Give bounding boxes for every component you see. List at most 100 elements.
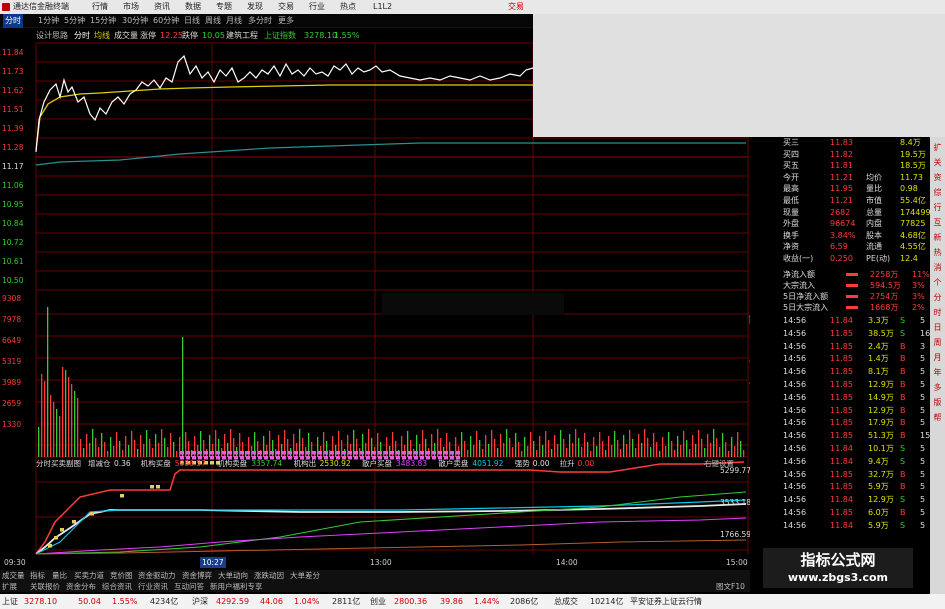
tick-side: B	[900, 392, 906, 402]
tab-indicator[interactable]: 指标	[30, 570, 45, 581]
volume-bar	[110, 437, 112, 457]
sidebar-button[interactable]: 热	[931, 246, 944, 259]
volume-bar	[380, 442, 382, 457]
trade-button[interactable]: 交易	[508, 0, 524, 14]
tab-30min[interactable]: 30分钟	[122, 14, 148, 28]
tick-volume: 32.7万	[868, 469, 894, 479]
volume-bar	[722, 433, 724, 457]
sidebar-button[interactable]: 综	[931, 186, 944, 199]
fund-flow-value: 594.5万	[870, 281, 901, 290]
tick-side: B	[900, 469, 906, 479]
tab-more[interactable]: 更多	[278, 14, 294, 28]
tab-related[interactable]: 关联报价	[30, 581, 60, 592]
tab-15min[interactable]: 15分钟	[90, 14, 116, 28]
tab-expand[interactable]: 扩展	[2, 581, 17, 592]
news-ticker[interactable]: 平安证券上证云行情	[630, 594, 702, 609]
sidebar-button[interactable]: 资	[931, 171, 944, 184]
quote-label: 换手	[783, 230, 799, 240]
sidebar-button[interactable]: 帮	[931, 411, 944, 424]
volume-bar	[572, 443, 574, 457]
indicator-item-label: 机构出	[293, 459, 317, 468]
sidebar-button[interactable]: 行	[931, 201, 944, 214]
tab-monthly[interactable]: 月线	[226, 14, 242, 28]
sidebar-button[interactable]: 月	[931, 351, 944, 364]
menu-market[interactable]: 市场	[123, 0, 139, 14]
cy-label[interactable]: 创业	[370, 594, 386, 609]
tab-qa[interactable]: 互动问答	[174, 581, 204, 592]
tab-volratio[interactable]: 量比	[52, 570, 67, 581]
volume-bar	[566, 448, 568, 457]
f10-button[interactable]: 图文F10	[716, 581, 745, 592]
yellow-block	[54, 536, 58, 540]
sidebar-button[interactable]: 版	[931, 396, 944, 409]
volume-bar	[125, 436, 127, 457]
tab-industry-news[interactable]: 行业资讯	[138, 581, 168, 592]
tab-60min[interactable]: 60分钟	[153, 14, 179, 28]
sidebar-button[interactable]: 消	[931, 261, 944, 274]
menu-industry[interactable]: 行业	[309, 0, 325, 14]
volume-bar	[719, 447, 721, 457]
hs-label[interactable]: 沪深	[192, 594, 208, 609]
volume-bar	[212, 444, 214, 457]
tab-daily[interactable]: 日线	[184, 14, 200, 28]
menu-quote[interactable]: 行情	[92, 0, 108, 14]
quote-row: 现量 2682 总量 174499	[750, 207, 931, 218]
indicator-settings[interactable]: 右键设置	[704, 458, 734, 469]
menu-discover[interactable]: 发现	[247, 0, 263, 14]
fund-flow-label: 5日净流入额	[783, 292, 829, 301]
sidebar-button[interactable]: 多	[931, 381, 944, 394]
volume-bar	[50, 395, 52, 457]
tab-fund-drive[interactable]: 资金驱动力	[138, 570, 176, 581]
tab-fund-game[interactable]: 资金博弈	[182, 570, 212, 581]
fund-flow-row: 5日净流入额 2754万 3%	[750, 291, 930, 302]
tab-bigorder[interactable]: 大单动向	[218, 570, 248, 581]
tab-volume[interactable]: 成交量	[2, 570, 25, 581]
sidebar-button[interactable]: 个	[931, 276, 944, 289]
tab-news[interactable]: 综合资讯	[102, 581, 132, 592]
menu-topic[interactable]: 专题	[216, 0, 232, 14]
sidebar-button[interactable]: 周	[931, 336, 944, 349]
volume-bar	[524, 437, 526, 457]
tick-time: 14:56	[783, 520, 807, 530]
tab-multi[interactable]: 多分时	[248, 14, 272, 28]
sh-label[interactable]: 上证	[2, 594, 18, 609]
menu-news[interactable]: 资讯	[154, 0, 170, 14]
indicator-name[interactable]: 分时买卖副图	[36, 458, 81, 469]
pink-block	[294, 451, 298, 455]
tab-auction[interactable]: 竞价图	[110, 570, 133, 581]
tab-weekly[interactable]: 周线	[205, 14, 221, 28]
price-level-label: 10.50	[2, 276, 24, 285]
tab-intraday[interactable]: 分时	[3, 14, 23, 28]
quote-value-2: 55.4亿	[900, 196, 926, 205]
sidebar-button[interactable]: 扩	[931, 141, 944, 154]
tick-time: 14:56	[783, 456, 807, 466]
tick-row: 14:56 11.85 6.0万 B 5	[750, 507, 930, 518]
tab-welfare[interactable]: 新用户福利专享	[210, 581, 263, 592]
tab-fund-dist[interactable]: 资金分布	[66, 581, 96, 592]
tab-5min[interactable]: 5分钟	[64, 14, 85, 28]
sidebar-button[interactable]: 年	[931, 366, 944, 379]
sidebar-button[interactable]: 互	[931, 216, 944, 229]
sidebar-button[interactable]: 日	[931, 321, 944, 334]
tab-force[interactable]: 买卖力道	[74, 570, 104, 581]
sidebar-button[interactable]: 分	[931, 291, 944, 304]
tab-cause[interactable]: 涨跌动因	[254, 570, 284, 581]
menu-trade[interactable]: 交易	[278, 0, 294, 14]
right-toolbar: 扩关资综行互新热消个分时日周月年多版帮	[930, 137, 945, 594]
sidebar-button[interactable]: 新	[931, 231, 944, 244]
sidebar-button[interactable]: 关	[931, 156, 944, 169]
tab-bigdiff[interactable]: 大单差分	[290, 570, 320, 581]
volume-bar	[650, 447, 652, 457]
volume-bar	[47, 307, 49, 457]
info-tabs: 扩展 关联报价 资金分布 综合资讯 行业资讯 互动问答 新用户福利专享 图文F1…	[0, 581, 750, 592]
volume-bar	[740, 441, 742, 457]
pink-block	[342, 451, 346, 455]
volume-bar	[167, 447, 169, 457]
sidebar-button[interactable]: 时	[931, 306, 944, 319]
quote-row: 买五 11.81 18.5万	[750, 160, 930, 171]
volume-bar	[92, 429, 94, 457]
fund-flow-label: 净流入额	[783, 270, 815, 279]
menu-hot[interactable]: 热点	[340, 0, 356, 14]
tab-1min[interactable]: 1分钟	[38, 14, 59, 28]
menu-data[interactable]: 数据	[185, 0, 201, 14]
